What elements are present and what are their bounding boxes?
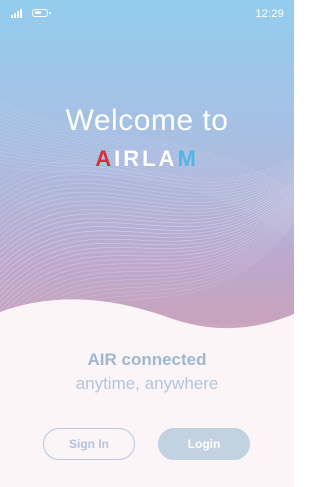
welcome-screen: 12:29 Welcome to AIRLAM AIR connected an…: [0, 0, 294, 487]
welcome-heading: Welcome to: [65, 104, 229, 137]
status-time: 12:29: [255, 8, 284, 20]
wave-line: [0, 192, 294, 284]
tagline-subtext: anytime, anywhere: [75, 374, 219, 393]
brand-logo: AIRLAM: [0, 146, 294, 172]
background-waves: [0, 100, 294, 487]
login-button[interactable]: Login: [158, 428, 250, 460]
sign-in-button[interactable]: Sign In: [43, 428, 135, 460]
signal-bars-icon: [11, 9, 25, 18]
wave-line: [0, 127, 294, 214]
status-bar: 12:29: [0, 0, 294, 28]
brand-letters-middle: IRLA: [114, 146, 178, 171]
wave-line: [0, 196, 294, 295]
battery-icon: [32, 9, 51, 17]
tagline-heading: AIR connected: [87, 350, 207, 369]
brand-letter-m: M: [177, 146, 199, 171]
wave-line: [0, 200, 294, 306]
brand-letter-a: A: [95, 146, 115, 171]
